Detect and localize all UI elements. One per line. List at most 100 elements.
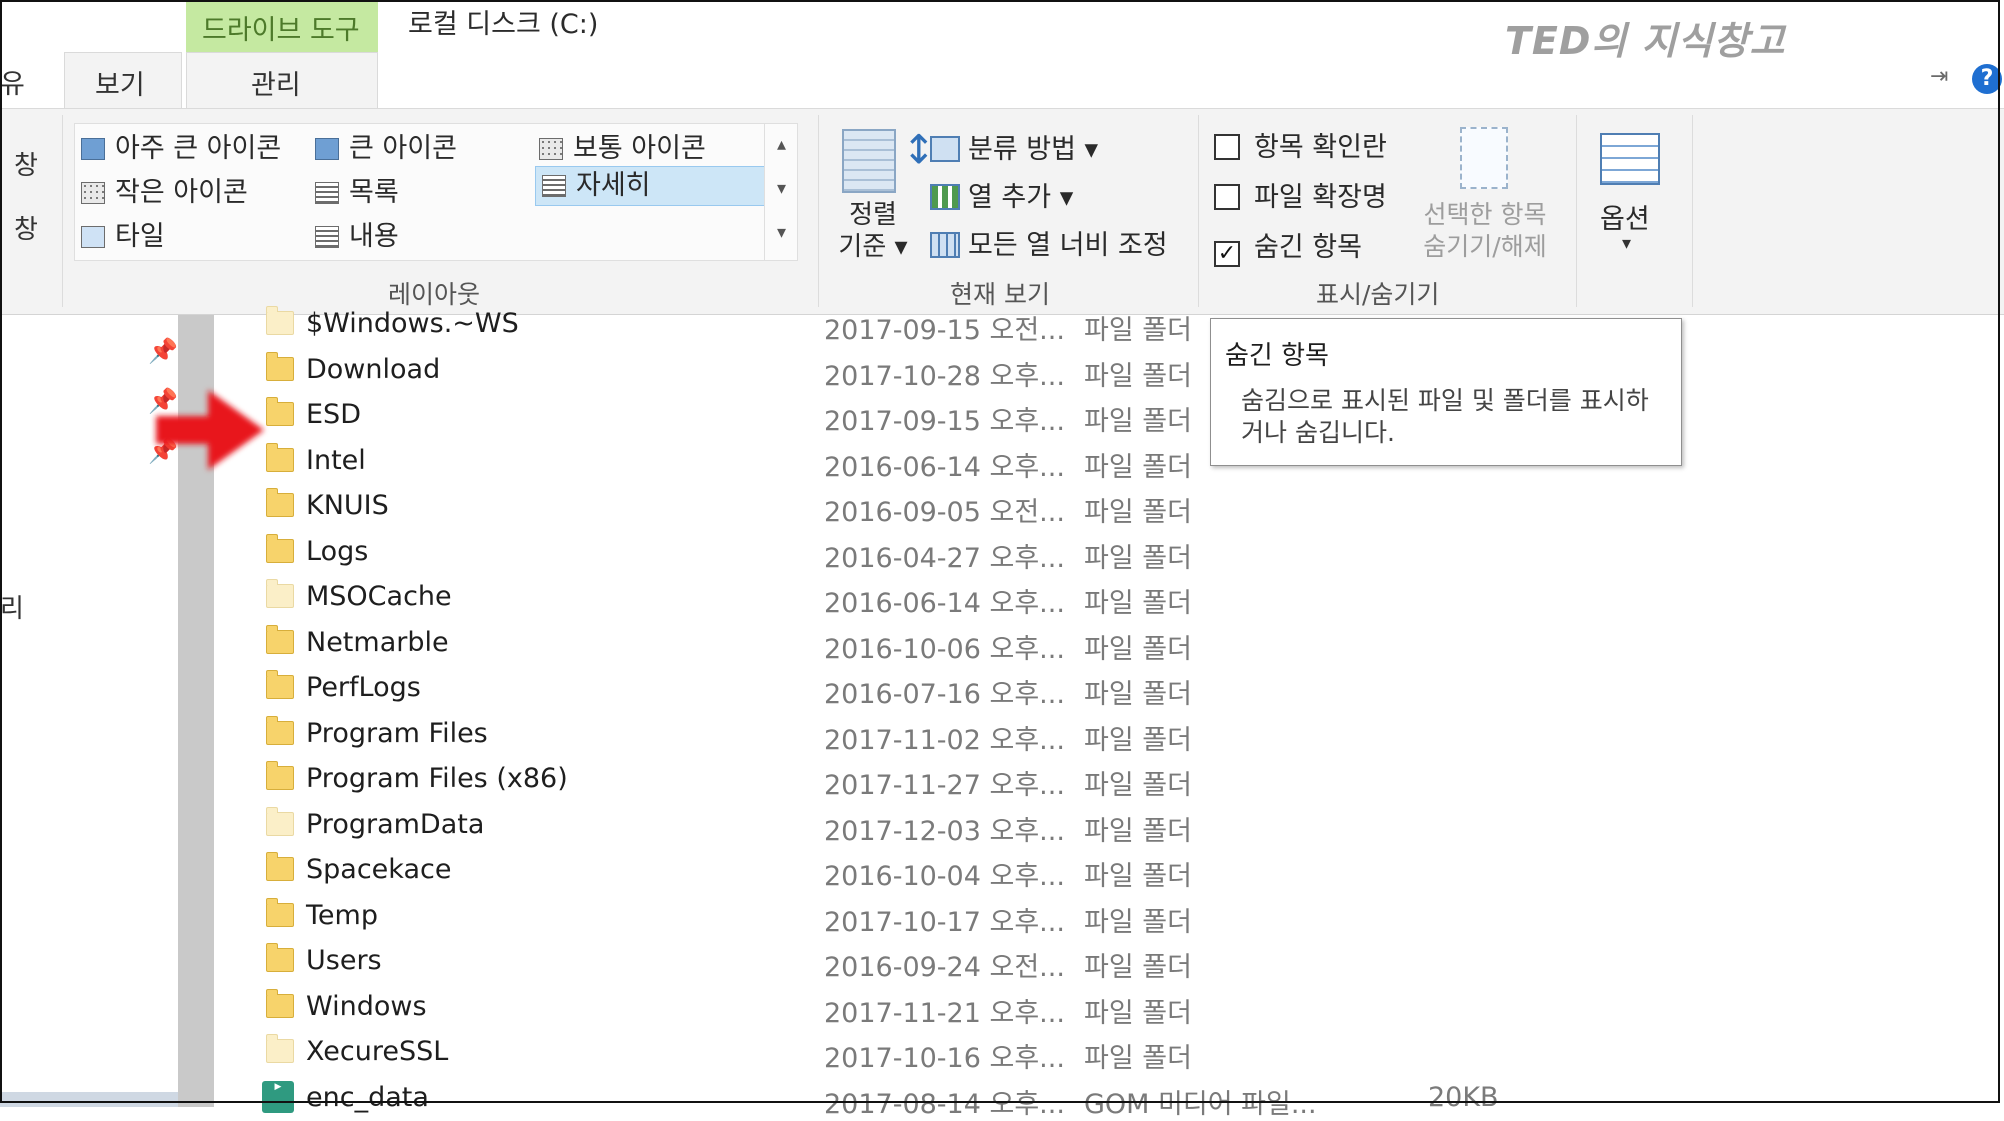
folder-icon [266,1034,294,1063]
tab-view[interactable]: 보기 [64,52,182,108]
folder-icon [266,306,294,335]
file-row[interactable]: Download 2017-10-28 오후... 파일 폴더 [214,347,2004,392]
large-icons-icon [315,138,339,160]
file-type: 파일 폴더 [1084,1043,1192,1074]
file-name: Netmarble [306,626,449,658]
options-button[interactable]: 옵션 [1600,197,1650,236]
file-name: Logs [306,535,369,567]
file-row[interactable]: ESD 2017-09-15 오후... 파일 폴더 [214,392,2004,437]
tiles-icon [81,226,105,248]
file-name: Download [306,353,441,385]
sort-by-button[interactable]: 정렬 기준 ▾ [838,199,908,263]
drive-tools-context-tab: 드라이브 도구 [186,0,378,53]
file-name: $Windows.~WS [306,308,519,339]
options-icon[interactable] [1600,133,1660,185]
folder-icon [266,761,294,790]
file-name: Program Files [306,717,488,749]
small-icons-icon [81,182,105,204]
details-icon [542,175,566,197]
hide-selected-icon [1460,127,1508,189]
hidden-items-tooltip: 숨긴 항목 숨김으로 표시된 파일 및 폴더를 표시하거나 숨깁니다. [1210,318,1682,466]
group-separator [1576,115,1577,307]
hidden-items-checkbox[interactable]: ✓ [1214,241,1240,267]
hidden-items-toggle[interactable]: ✓ 숨긴 항목 [1214,225,1362,267]
file-row[interactable]: XecureSSL 2017-10-16 오후... 파일 폴더 [214,1029,2004,1074]
layout-medium-icons[interactable]: 보통 아이콘 [539,126,706,165]
file-type: 파일 폴더 [1084,497,1192,528]
layout-gallery-scroll[interactable]: ▴ ▾ ▾ [764,123,798,261]
file-row[interactable]: Users 2016-09-24 오전... 파일 폴더 [214,938,2004,983]
help-icon[interactable]: ? [1972,64,2002,94]
file-type: 파일 폴더 [1084,770,1192,801]
file-row[interactable]: $Windows.~WS 2017-09-15 오전... 파일 폴더 [214,301,2004,346]
file-row[interactable]: Spacekace 2016-10-04 오후... 파일 폴더 [214,847,2004,892]
hide-selected-button[interactable]: 선택한 항목 숨기기/해제 [1410,199,1560,263]
group-separator [818,115,819,307]
file-row[interactable]: Program Files 2017-11-02 오후... 파일 폴더 [214,711,2004,756]
file-type: 파일 폴더 [1084,633,1192,665]
add-columns-button[interactable]: 열 추가 ▾ [930,175,1073,214]
layout-small-icons[interactable]: 작은 아이콘 [81,170,248,209]
media-file-icon: ▶ [262,1080,294,1113]
file-name: MSOCache [306,581,452,612]
sort-by-icon[interactable] [842,129,896,193]
file-row[interactable]: ProgramData 2017-12-03 오후... 파일 폴더 [214,802,2004,847]
list-icon [315,182,339,204]
size-all-columns-button[interactable]: 모든 열 너비 조정 [930,223,1168,262]
file-name: Users [306,945,382,976]
file-list: $Windows.~WS 2017-09-15 오전... 파일 폴더 Downloa… [214,306,2004,1120]
file-row[interactable]: Temp 2017-10-17 오후... 파일 폴더 [214,893,2004,938]
file-row[interactable]: PerfLogs 2016-07-16 오후... 파일 폴더 [214,665,2004,710]
layout-extra-large-icons[interactable]: 아주 큰 아이콘 [81,126,281,165]
group-by-icon [930,136,960,162]
folder-icon [266,624,294,654]
scroll-down-icon[interactable]: ▾ [765,167,798,211]
file-date-modified: 2017-12-03 오후... [824,815,1065,847]
pin-icon[interactable]: 📌 [148,337,178,365]
tab-manage[interactable]: 관리 [186,52,378,108]
file-type: 파일 폴더 [1084,952,1192,983]
pane-button-1[interactable]: 창 [14,145,38,182]
expand-gallery-icon[interactable]: ▾ [765,211,798,255]
file-type: 파일 폴더 [1084,588,1192,619]
folder-icon [266,579,294,608]
file-date-modified: 2016-07-16 오후... [824,679,1065,710]
item-checkboxes-toggle[interactable]: 항목 확인란 [1214,125,1387,164]
file-type: 파일 폴더 [1084,679,1192,710]
item-checkboxes-checkbox[interactable] [1214,134,1240,160]
nav-item-partial[interactable]: 리 [0,588,24,625]
size-columns-icon [930,232,960,258]
file-extensions-checkbox[interactable] [1214,184,1240,210]
scroll-up-icon[interactable]: ▴ [765,123,798,167]
layout-list[interactable]: 목록 [315,170,399,209]
content-icon [315,226,339,248]
file-date-modified: 2016-10-04 오후... [824,861,1065,892]
file-row[interactable]: Netmarble 2016-10-06 오후... 파일 폴더 [214,620,2004,665]
tab-share-partial[interactable]: 유 [0,62,25,101]
file-row[interactable]: Windows 2017-11-21 오후... 파일 폴더 [214,984,2004,1029]
group-by-button[interactable]: 분류 방법 ▾ [930,127,1098,166]
folder-icon [266,852,294,881]
add-columns-icon [930,184,960,210]
file-row[interactable]: MSOCache 2016-06-14 오후... 파일 폴더 [214,574,2004,619]
layout-large-icons[interactable]: 큰 아이콘 [315,126,457,165]
layout-details[interactable]: 자세히 [535,166,765,206]
tooltip-body: 숨김으로 표시된 파일 및 폴더를 표시하거나 숨깁니다. [1241,386,1649,447]
pin-ribbon-icon[interactable]: ⇥ [1930,64,1948,89]
pane-button-2[interactable]: 창 [14,209,38,246]
watermark: TED의 지식창고 [1505,19,1786,63]
file-date-modified: 2017-11-02 오후... [824,724,1065,756]
file-row[interactable]: Logs 2016-04-27 오후... 파일 폴더 [214,529,2004,574]
layout-tiles[interactable]: 타일 [81,214,165,253]
file-row[interactable]: Program Files (x86) 2017-11-27 오후... 파일 폴더 [214,756,2004,801]
file-row[interactable]: Intel 2016-06-14 오후... 파일 폴더 [214,438,2004,483]
medium-icons-icon [539,138,563,160]
file-extensions-toggle[interactable]: 파일 확장명 [1214,175,1387,214]
file-date-modified: 2017-09-15 오전... [824,315,1065,346]
layout-content[interactable]: 내용 [315,214,399,253]
file-type: 파일 폴더 [1084,542,1192,574]
options-dropdown-icon[interactable]: ▾ [1622,233,1631,254]
file-row[interactable]: ▶ enc_data 2017-08-14 오후... GOM 미디어 파일... 20… [214,1075,2004,1120]
file-row[interactable]: KNUIS 2016-09-05 오전... 파일 폴더 [214,483,2004,528]
nav-item-drive-partial[interactable] [0,1092,178,1107]
